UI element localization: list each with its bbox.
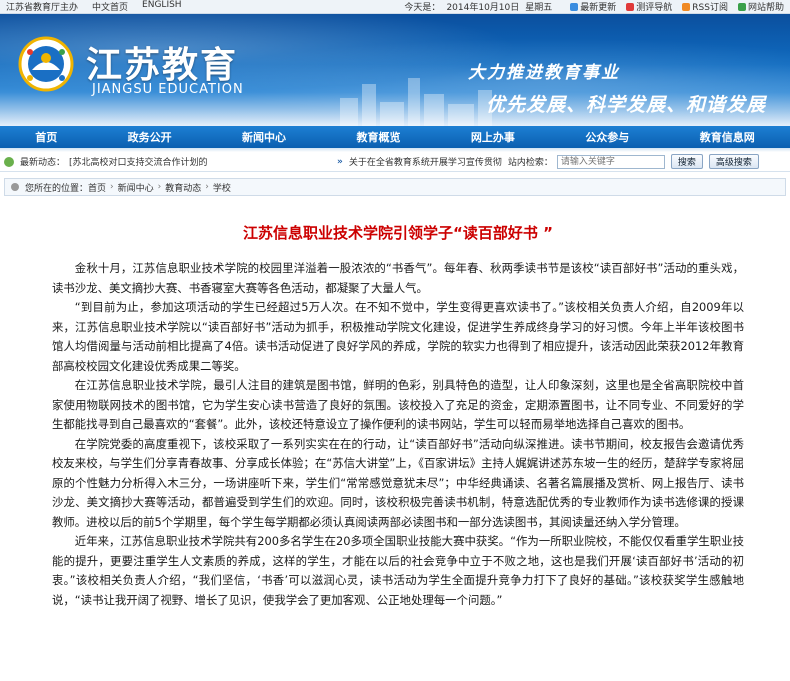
- article-paragraph: 近年来，江苏信息职业技术学院共有200多名学生在20多项全国职业技能大赛中获奖。…: [52, 534, 744, 607]
- date-label: 今天是：: [404, 3, 441, 13]
- main-nav: 首页 政务公开 新闻中心 教育概览 网上办事 公众参与 教育信息网: [0, 126, 790, 148]
- article-paragraph: 在学院党委的高度重视下，该校采取了一系列实实在在的行动，让“读百部好书”活动向纵…: [52, 436, 744, 529]
- latest-update-label: 最新更新: [580, 3, 617, 13]
- banner-slogan-sub: 优先发展、科学发展、和谐发展: [486, 94, 767, 116]
- article-paragraph: 金秋十月，江苏信息职业技术学院的校园里洋溢着一股浓浓的“书香气”。每年春、秋两季…: [52, 261, 744, 295]
- article-paragraph: 在江苏信息职业技术学院，最引人注目的建筑是图书馆，鲜明的色彩，别具特色的造型，让…: [52, 378, 744, 431]
- advanced-search-button[interactable]: 高级搜索: [708, 154, 759, 169]
- breadcrumb-separator-icon: ›: [205, 182, 209, 192]
- breadcrumb-label: 您所在的位置：: [25, 183, 89, 194]
- flag-icon: [626, 2, 635, 11]
- latest-update-link[interactable]: 最新更新: [570, 0, 616, 13]
- nav-government-affairs[interactable]: 政务公开: [124, 129, 176, 145]
- article-title: 江苏信息职业技术学院引领学子“读百部好书 ”: [243, 224, 553, 242]
- evaluation-nav-link[interactable]: 测评导航: [626, 0, 672, 13]
- rss-icon: [682, 2, 691, 11]
- evaluation-nav-label: 测评导航: [636, 3, 673, 13]
- help-icon: [737, 2, 746, 11]
- nav-education-overview[interactable]: 教育概览: [352, 129, 404, 145]
- site-search-input[interactable]: [556, 154, 665, 169]
- help-label: 网站帮助: [747, 3, 784, 13]
- english-link[interactable]: ENGLISH: [142, 0, 182, 13]
- nav-news-center[interactable]: 新闻中心: [238, 129, 290, 145]
- org-link[interactable]: 江苏省教育厅主办: [6, 0, 78, 13]
- breadcrumb-school[interactable]: 学校: [213, 181, 231, 194]
- article: 江苏信息职业技术学院引领学子“读百部好书 ” 金秋十月，江苏信息职业技术学院的校…: [0, 196, 790, 610]
- help-link[interactable]: 网站帮助: [737, 0, 784, 13]
- news-ticker-icon: [4, 156, 14, 167]
- nav-education-info-net[interactable]: 教育信息网: [696, 129, 759, 145]
- date-value: 2014年10月10日: [446, 3, 520, 13]
- nav-home[interactable]: 首页: [31, 129, 61, 145]
- site-banner: 江苏教育 JIANGSU EDUCATION 大力推进教育事业 优先发展、科学发…: [0, 14, 790, 126]
- article-paragraph: “到目前为止，参加这项活动的学生已经超过5万人次。在不知不觉中，学生变得更喜欢读…: [52, 300, 744, 373]
- search-button[interactable]: 搜索: [670, 154, 703, 169]
- breadcrumb-separator-icon: ›: [110, 182, 114, 192]
- site-search-label: 站内检索：: [507, 158, 553, 168]
- breadcrumb-education-news[interactable]: 教育动态: [165, 181, 201, 194]
- news-ticker-bar: 最新动态： [苏北高校对口支持交流合作计划的 » 关于在全省教育系统开展学习宣传…: [0, 152, 790, 172]
- logo-text-en: JIANGSU EDUCATION: [92, 82, 244, 97]
- top-tools: 最新更新 测评导航 RSS订阅 网站帮助: [570, 0, 784, 13]
- nav-online-services[interactable]: 网上办事: [467, 129, 519, 145]
- site-links: 江苏省教育厅主办 中文首页 ENGLISH: [6, 0, 182, 13]
- ticker-next-icon[interactable]: »: [337, 157, 343, 167]
- notice-link[interactable]: 关于在全省教育系统开展学习宣传贯彻: [349, 155, 502, 168]
- cn-home-link[interactable]: 中文首页: [92, 0, 128, 13]
- banner-slogan-main: 大力推进教育事业: [468, 63, 620, 83]
- location-icon: [11, 183, 19, 191]
- breadcrumb-separator-icon: ›: [157, 182, 162, 192]
- logo-text-cn: 江苏教育: [86, 44, 239, 86]
- date-display: 今天是： 2014年10月10日 星期五: [404, 0, 552, 13]
- ticker-news-link[interactable]: [苏北高校对口支持交流合作计划的: [69, 155, 331, 168]
- breadcrumb-wrapper: 您所在的位置： 首页 › 新闻中心 › 教育动态 › 学校: [0, 172, 790, 196]
- breadcrumb: 您所在的位置： 首页 › 新闻中心 › 教育动态 › 学校: [4, 178, 786, 196]
- rss-label: RSS订阅: [692, 3, 728, 13]
- education-logo-icon[interactable]: [18, 36, 74, 92]
- breadcrumb-home[interactable]: 首页: [88, 181, 106, 194]
- rss-link[interactable]: RSS订阅: [682, 0, 728, 13]
- breadcrumb-news-center[interactable]: 新闻中心: [118, 181, 154, 194]
- weekday: 星期五: [525, 3, 553, 13]
- nav-public-participation[interactable]: 公众参与: [581, 129, 633, 145]
- refresh-icon: [570, 2, 579, 11]
- top-bar: 江苏省教育厅主办 中文首页 ENGLISH 今天是： 2014年10月10日 星…: [0, 0, 790, 14]
- ticker-label: 最新动态：: [20, 158, 66, 168]
